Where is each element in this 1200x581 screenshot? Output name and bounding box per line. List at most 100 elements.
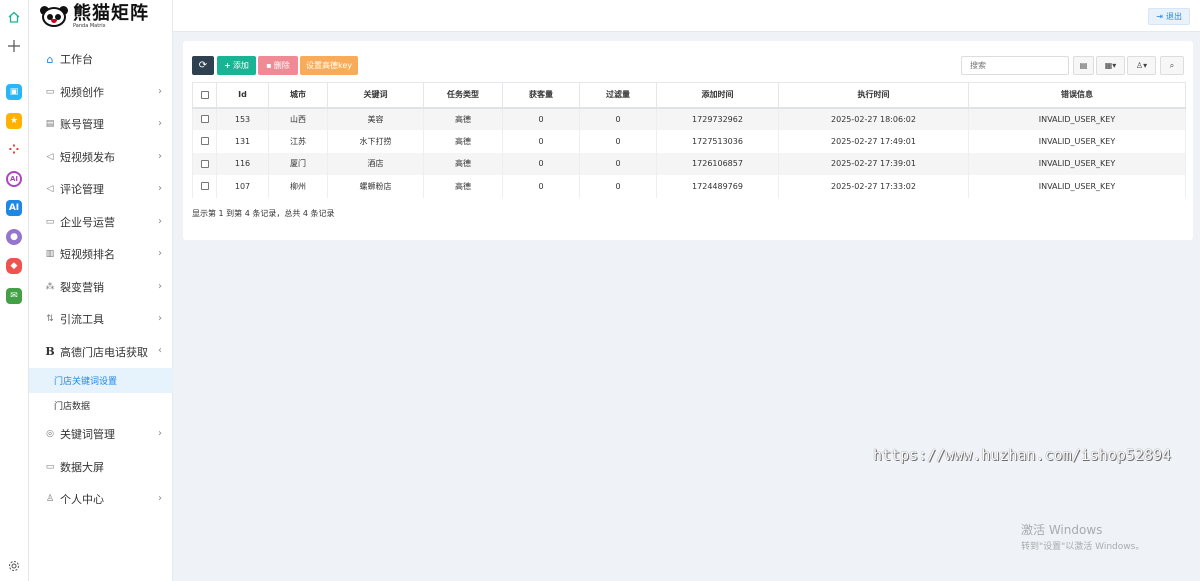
export-dropdown-button[interactable]: ♙▾ — [1127, 56, 1156, 75]
column-header[interactable]: 关键词 — [327, 82, 424, 109]
cell-type: 高德 — [423, 130, 503, 153]
settings-icon[interactable] — [8, 560, 20, 572]
sidebar-item-amap-phone[interactable]: B 高德门店电话获取 ‹ — [29, 336, 173, 369]
set-amap-key-button[interactable]: 设置高德key — [300, 56, 358, 75]
cell-added: 1724489769 — [656, 175, 779, 198]
home-icon[interactable] — [7, 10, 21, 24]
pagination-summary: 显示第 1 到第 4 条记录，总共 4 条记录 — [192, 209, 335, 218]
toggle-view-button[interactable]: ▤ — [1073, 56, 1094, 75]
column-header[interactable]: 错误信息 — [968, 82, 1186, 109]
cell-type: 高德 — [423, 175, 503, 198]
chat-bot-icon[interactable]: ● — [6, 229, 22, 245]
panda-logo-icon — [39, 6, 69, 28]
cell-filtered: 0 — [579, 107, 657, 130]
cell-acquired: 0 — [502, 152, 580, 175]
chevron-right-icon: › — [158, 183, 162, 194]
star-icon[interactable]: ★ — [6, 113, 22, 129]
table-row[interactable]: 153 山西 美容 高德 0 0 1729732962 2025-02-27 1… — [192, 107, 1186, 130]
logout-button[interactable]: ⇥ 退出 — [1148, 8, 1190, 25]
chevron-right-icon: › — [158, 248, 162, 259]
table-row[interactable]: 107 柳州 螺蛳粉店 高德 0 0 1724489769 2025-02-27… — [192, 175, 1186, 198]
sort-icon: ⇅ — [46, 314, 54, 325]
cell-filtered: 0 — [579, 152, 657, 175]
chevron-right-icon: › — [158, 118, 162, 129]
logout-icon: ⇥ — [1156, 12, 1163, 21]
chevron-right-icon: › — [158, 150, 162, 162]
fission-icon: ⁂ — [45, 281, 55, 292]
activate-windows-hint: 转到"设置"以激活 Windows。 — [1021, 542, 1145, 552]
delete-button[interactable]: ▪ 删除 — [258, 56, 298, 75]
cell-id: 153 — [216, 107, 269, 130]
sidebar-item-enterprise[interactable]: ▭ 企业号运营 › — [29, 206, 173, 239]
bar-chart-icon: ▥ — [45, 249, 55, 260]
trash-icon: ▪ — [266, 61, 272, 70]
comment-icon: ◁ — [46, 184, 54, 195]
sidebar-item-video-create[interactable]: ▭ 视频创作 › — [29, 76, 173, 109]
sidebar-item-keywords[interactable]: ◎ 关键词管理 › — [29, 418, 173, 451]
row-checkbox[interactable] — [192, 152, 217, 175]
app-rail: ▣ ★ ⁘ AI AI ● ◆ ✉ — [0, 0, 29, 581]
mail-icon[interactable]: ✉ — [6, 288, 22, 304]
app-icon-1[interactable]: ▣ — [6, 84, 22, 100]
column-header[interactable]: 任务类型 — [423, 82, 503, 109]
table-row[interactable]: 116 厦门 酒店 高德 0 0 1726106857 2025-02-27 1… — [192, 152, 1186, 175]
row-checkbox[interactable] — [192, 175, 217, 198]
search-button[interactable]: ⌕ — [1160, 56, 1184, 75]
cell-added: 1729732962 — [656, 107, 779, 130]
gamepad-icon[interactable]: ◆ — [6, 258, 22, 274]
row-checkbox[interactable] — [192, 130, 217, 153]
add-icon[interactable] — [7, 39, 21, 53]
sidebar-item-data-screen[interactable]: ▭ 数据大屏 — [29, 451, 173, 484]
chevron-right-icon: › — [158, 493, 162, 504]
table-row[interactable]: 131 江苏 水下打捞 高德 0 0 1727513036 2025-02-27… — [192, 130, 1186, 153]
home-icon: ⌂ — [46, 52, 54, 66]
logo[interactable]: 熊猫矩阵 Panda Matrix — [29, 0, 172, 34]
cell-keyword: 螺蛳粉店 — [327, 175, 424, 198]
chevron-right-icon: › — [158, 215, 162, 227]
chevron-right-icon: › — [158, 313, 162, 324]
table-header-row: Id 城市 关键词 任务类型 获客量 过滤量 添加时间 执行时间 错误信息 — [192, 82, 1186, 109]
column-header[interactable]: Id — [216, 82, 269, 109]
send-icon: ◁ — [46, 151, 54, 162]
sidebar-subitem-store-data[interactable]: 门店数据 — [29, 393, 173, 418]
columns-dropdown-button[interactable]: ▦▾ — [1096, 56, 1125, 75]
select-all-checkbox[interactable] — [192, 82, 217, 109]
logo-subtext: Panda Matrix — [73, 23, 106, 29]
column-header[interactable]: 城市 — [268, 82, 328, 109]
sidebar-item-accounts[interactable]: ▤ 账号管理 › — [29, 108, 173, 141]
sidebar-item-profile[interactable]: ♙ 个人中心 › — [29, 483, 173, 516]
search-input[interactable] — [961, 56, 1069, 75]
column-header[interactable]: 添加时间 — [656, 82, 779, 109]
sidebar-subitem-keyword-settings[interactable]: 门店关键词设置 — [29, 368, 173, 393]
chevron-right-icon: › — [158, 428, 162, 439]
sidebar-item-traffic-tools[interactable]: ⇅ 引流工具 › — [29, 303, 173, 336]
cell-filtered: 0 — [579, 130, 657, 153]
cell-type: 高德 — [423, 152, 503, 175]
cell-keyword: 酒店 — [327, 152, 424, 175]
network-icon[interactable]: ⁘ — [6, 142, 22, 158]
cell-executed: 2025-02-27 17:33:02 — [778, 175, 969, 198]
chevron-right-icon: › — [158, 280, 162, 292]
column-header[interactable]: 执行时间 — [778, 82, 969, 109]
logo-text: 熊猫矩阵 — [73, 3, 149, 24]
sidebar: 熊猫矩阵 Panda Matrix ⌂ 工作台 ▭ 视频创作 › ▤ 账号管理 › ◁ 短视… — [29, 0, 173, 581]
url-watermark: https://www.huzhan.com/ishop52894 — [873, 446, 1172, 464]
sidebar-item-comments[interactable]: ◁ 评论管理 › — [29, 173, 173, 206]
refresh-button[interactable]: ⟳ — [192, 56, 214, 75]
cell-acquired: 0 — [502, 175, 580, 198]
enterprise-icon: ▭ — [45, 216, 55, 227]
cell-acquired: 0 — [502, 107, 580, 130]
plus-icon: + — [224, 61, 231, 70]
sidebar-item-video-publish[interactable]: ◁ 短视频发布 › — [29, 141, 173, 174]
table-view-icon: ▤ — [1079, 61, 1088, 70]
sidebar-item-dashboard[interactable]: ⌂ 工作台 — [29, 43, 173, 76]
sidebar-item-video-rank[interactable]: ▥ 短视频排名 › — [29, 238, 173, 271]
ai-icon[interactable]: AI — [6, 200, 22, 216]
sidebar-item-fission[interactable]: ⁂ 裂变营销 › — [29, 271, 173, 304]
grid-icon: ▦▾ — [1104, 61, 1117, 70]
column-header[interactable]: 过滤量 — [579, 82, 657, 109]
row-checkbox[interactable] — [192, 107, 217, 130]
column-header[interactable]: 获客量 — [502, 82, 580, 109]
add-button[interactable]: + 添加 — [217, 56, 256, 75]
ai-circle-icon[interactable]: AI — [6, 171, 22, 187]
